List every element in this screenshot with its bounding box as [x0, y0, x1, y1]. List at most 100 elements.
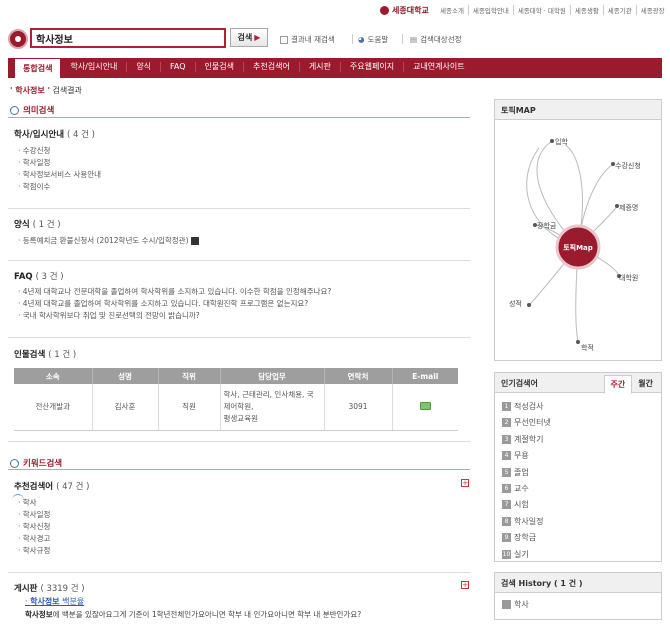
list-item[interactable]: 9 장학금	[502, 530, 551, 546]
keyword: 졸업	[514, 467, 529, 477]
cell-position: 직원	[157, 384, 220, 431]
topic-node[interactable]: 제증명	[619, 203, 638, 212]
list-item[interactable]: 1 적성검사	[502, 399, 551, 415]
group-title-faq[interactable]: FAQ ( 3 건 )	[14, 270, 64, 282]
history-item[interactable]: 학사	[502, 599, 529, 610]
keyword: 실기	[514, 549, 529, 559]
list-item[interactable]: 4 무용	[502, 448, 551, 464]
save-icon[interactable]	[190, 237, 199, 245]
list-item[interactable]: 3 계절학기	[502, 432, 551, 448]
list-item[interactable]: 학사정보서비스 사용안내	[18, 169, 101, 181]
university-logo[interactable]: 세종대학교	[380, 5, 429, 16]
top-link[interactable]: 세종대학 · 대학원	[512, 5, 570, 15]
list-item[interactable]: 등록예치금 환불신청서 (2012학년도 수시/입학정관)	[18, 235, 199, 247]
list-item[interactable]: 학점이수	[18, 181, 101, 193]
tab-integrated[interactable]: 통합검색	[14, 58, 62, 78]
section-title: 의미검색	[23, 106, 55, 116]
group-title-academic[interactable]: 학사/입시안내 ( 4 건 )	[14, 128, 95, 140]
group-name: 양식	[14, 220, 30, 230]
topic-node[interactable]: 성적	[509, 299, 522, 308]
list-item[interactable]: 7 시험	[502, 497, 551, 513]
list-item[interactable]: 수강신청	[18, 145, 101, 157]
divider	[8, 208, 470, 209]
search-target-link[interactable]: ▤ 검색대상선정	[410, 34, 462, 45]
keyword-section-header: 키워드검색	[10, 457, 62, 469]
research-checkbox[interactable]	[280, 35, 288, 44]
top-link[interactable]: 세종기관	[602, 5, 636, 15]
list-item[interactable]: 학사신청	[18, 521, 51, 533]
list-item[interactable]: 2 무선인터넷	[502, 415, 551, 431]
snippet-rest: 에 백분을 있잖아요그게 기준이 1학년전체인가요아니면 학부 내 인가요아니면…	[52, 610, 362, 619]
topic-node[interactable]: 입학	[555, 137, 568, 146]
group-title-board[interactable]: 게시판 ( 3319 건 )	[14, 582, 85, 594]
board-post-link[interactable]: · 학사정보 백분율	[25, 596, 84, 607]
faq-list: 4년제 대학교나 전문대학을 졸업하여 학사학위를 소지하고 있습니다. 이수한…	[18, 286, 332, 322]
node-dot	[550, 139, 554, 143]
tab-monthly[interactable]: 월간	[632, 375, 659, 394]
more-plus-icon[interactable]: +	[461, 479, 469, 487]
tab-faq[interactable]: FAQ	[160, 62, 195, 72]
tab-webpages[interactable]: 주요웹페이지	[339, 62, 403, 72]
keyword: 계절학기	[514, 434, 544, 444]
more-plus-icon[interactable]: +	[461, 581, 469, 589]
topic-node[interactable]: 학적	[581, 343, 594, 352]
tab-person[interactable]: 인물검색	[194, 62, 243, 72]
tab-academic[interactable]: 학사/입시안내	[61, 62, 126, 72]
group-name: 학사/입시안내	[14, 130, 65, 140]
list-item[interactable]: 학사일정	[18, 157, 101, 169]
topic-map-panel: 토픽MAP 토픽Map 입학 수강신청 장학금 제증명 대학원 성적 학적	[494, 99, 662, 361]
list-item[interactable]: 6 교수	[502, 481, 551, 497]
divider	[352, 34, 353, 44]
group-count: ( 47 건 )	[56, 482, 90, 492]
site-logo[interactable]	[8, 29, 28, 49]
group-count: ( 3 건 )	[35, 272, 64, 282]
search-input[interactable]	[30, 28, 226, 48]
top-link[interactable]: 세종입학안내	[467, 5, 513, 15]
mail-icon[interactable]	[419, 401, 431, 410]
top-link[interactable]: 세종광장	[635, 5, 669, 15]
help-icon: ◕	[358, 35, 365, 44]
tab-forms[interactable]: 양식	[126, 62, 160, 72]
search-button[interactable]: 검색 ▶	[230, 28, 268, 47]
university-name: 세종대학교	[392, 6, 429, 15]
group-title-forms[interactable]: 양식 ( 1 건 )	[14, 218, 61, 230]
list-item[interactable]: 국내 학사학위보다 취업 및 진로선택의 전망이 밝습니까?	[18, 310, 331, 322]
tab-weekly[interactable]: 주간	[603, 375, 633, 394]
history-title-text: 검색 History	[501, 579, 552, 588]
list-item[interactable]: 4년제 대학교나 전문대학을 졸업하여 학사학위를 소지하고 있습니다. 이수한…	[18, 286, 332, 298]
section-title: 키워드검색	[23, 459, 63, 469]
topic-map-graph[interactable]: 토픽Map 입학 수강신청 장학금 제증명 대학원 성적 학적	[495, 120, 661, 360]
popular-list: 1 적성검사 2 무선인터넷 3 계절학기 4 무용 5 졸업 6 교수 7 시험 8 학사일정…	[502, 399, 551, 563]
top-link[interactable]: 세종소개	[436, 5, 468, 15]
search-history-panel: 검색 History ( 1 건 ) 학사	[494, 572, 662, 620]
list-item[interactable]: 5 졸업	[502, 465, 551, 481]
list-item[interactable]: 10 실기	[502, 547, 551, 563]
cell-duty: 학사, 근태관리, 인사채용, 국제어학원, 평생교육원	[219, 384, 324, 431]
list-item[interactable]: 학사	[18, 497, 50, 509]
list-item[interactable]: 4년제 대학교를 졸업하여 학사학위를 소지하고 있습니다. 대학원진학 프로그…	[18, 298, 331, 310]
person-table: 소속 성명 직위 담당업무 연락처 E-mail 전산개발과 김사훈 직원 학사…	[14, 368, 458, 431]
rank-badge: 8	[502, 516, 511, 526]
tab-sites[interactable]: 교내연계사이트	[403, 62, 474, 72]
history-title: 검색 History ( 1 건 )	[495, 573, 661, 593]
history-bullet-icon	[502, 600, 511, 609]
rank-badge: 4	[502, 451, 511, 461]
column-header: 담당업무	[219, 368, 324, 384]
list-item[interactable]: 학사경고	[18, 533, 51, 545]
list-item[interactable]: 학사규정	[18, 545, 51, 557]
research-option[interactable]: 결과내 재검색	[280, 34, 335, 45]
tab-board[interactable]: 게시판	[298, 62, 340, 72]
list-item[interactable]: 학사일정	[18, 509, 51, 521]
topic-node[interactable]: 장학금	[537, 221, 557, 230]
rank-badge: 10	[502, 549, 511, 559]
top-link[interactable]: 세종생활	[569, 5, 603, 15]
group-title-recommend[interactable]: 추천검색어 ( 47 건 )	[14, 480, 89, 492]
divider	[8, 260, 470, 261]
tab-recommend[interactable]: 추천검색어	[243, 62, 299, 72]
topic-node[interactable]: 대학원	[619, 273, 638, 282]
group-title-person[interactable]: 인물검색 ( 1 건 )	[14, 348, 76, 360]
help-link[interactable]: ◕ 도움말	[358, 34, 388, 45]
history-count: ( 1 건 )	[553, 579, 583, 588]
topic-node[interactable]: 수강신청	[615, 161, 641, 170]
list-item[interactable]: 8 학사일정	[502, 514, 551, 530]
